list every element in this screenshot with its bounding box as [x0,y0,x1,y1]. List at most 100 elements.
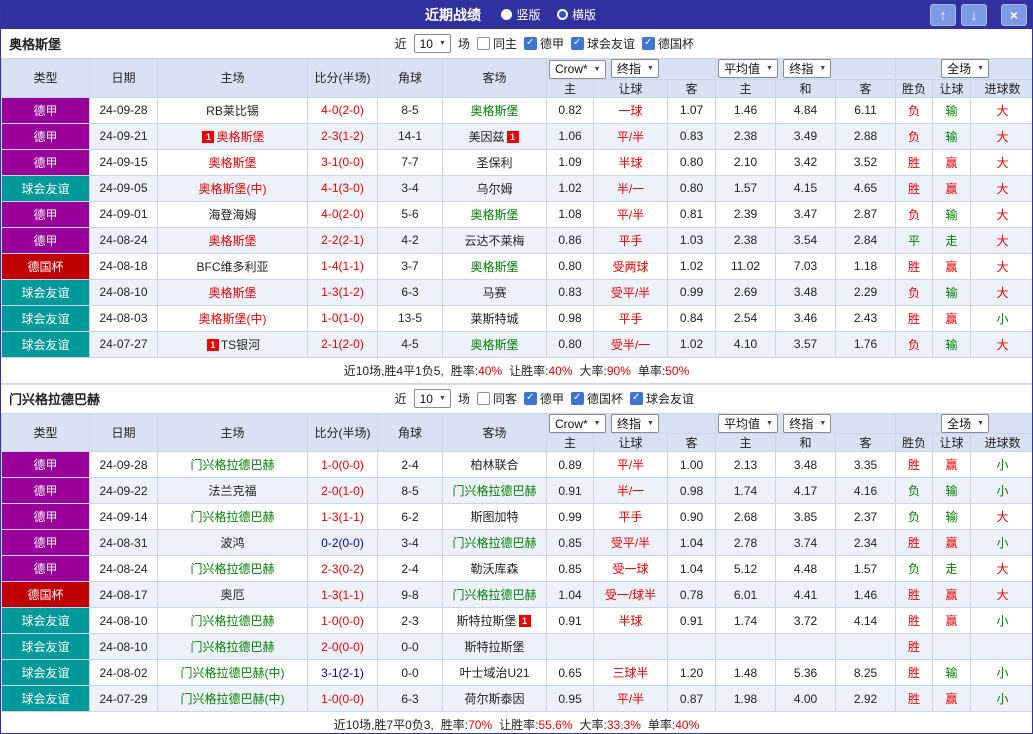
stat-over-rate: 大率:33.3% [580,716,641,733]
corners: 3-4 [378,175,443,201]
view-vertical-radio[interactable]: 竖版 [501,6,540,23]
home-team[interactable]: 波鸿 [220,536,244,550]
summary-prefix: 近10场,胜7平0负3, [334,716,434,733]
home-team[interactable]: 奥格斯堡 [208,156,256,170]
result: 负 [896,478,933,504]
scope-select[interactable]: 全场 [941,59,989,78]
match-count-select[interactable]: 10 [414,34,451,53]
away-team[interactable]: 叶士域治U21 [459,666,529,680]
match-count-select[interactable]: 10 [414,389,451,408]
away-team[interactable]: 乌尔姆 [476,182,512,196]
close-button[interactable]: × [1001,4,1027,26]
away-team-cell: 奥格斯堡 [443,201,547,227]
league-badge: 球会友谊 [2,608,90,634]
away-team-cell: 柏林联合 [443,452,547,478]
ah-away-odds: 1.02 [668,331,716,357]
home-team[interactable]: 奥格斯堡 [208,234,256,248]
avg-away-odds: 6.11 [836,97,896,123]
ah-line: 平/半 [594,452,668,478]
league-checkbox-cup[interactable]: 德国杯 [642,35,694,52]
home-team[interactable]: 法兰克福 [208,484,256,498]
ah-final-select[interactable]: 终指 [611,414,659,433]
home-team-cell: 奥厄 [158,582,308,608]
league-checkbox-bundesliga[interactable]: 德甲 [524,390,564,407]
avg-away-odds: 8.25 [836,660,896,686]
avg-home-odds: 1.46 [716,97,776,123]
home-team[interactable]: 海登海姆 [208,208,256,222]
home-team[interactable]: 门兴格拉德巴赫(中) [181,692,285,706]
goals-result: 大 [971,279,1033,305]
match-row: 德甲 24-09-14 门兴格拉德巴赫 1-3(1-1) 6-2 斯图加特 0.… [2,504,1033,530]
league-checkbox-friendly[interactable]: 球会友谊 [571,35,635,52]
away-team[interactable]: 奥格斯堡 [470,260,518,274]
away-team[interactable]: 莱斯特城 [470,312,518,326]
home-team[interactable]: 奥厄 [220,588,244,602]
home-team[interactable]: TS银河 [221,338,260,352]
home-team[interactable]: 门兴格拉德巴赫 [190,458,274,472]
score: 1-0(1-0) [308,305,378,331]
away-team[interactable]: 美因兹 [468,130,504,144]
move-up-button[interactable]: ↑ [930,4,956,26]
away-team[interactable]: 门兴格拉德巴赫 [452,536,536,550]
move-down-button[interactable]: ↓ [961,4,987,26]
league-badge: 球会友谊 [2,331,90,357]
league-checkbox-cup[interactable]: 德国杯 [571,390,623,407]
eu-final-select[interactable]: 终指 [783,59,831,78]
away-team[interactable]: 柏林联合 [470,458,518,472]
away-team[interactable]: 奥格斯堡 [470,104,518,118]
away-team[interactable]: 斯图加特 [470,510,518,524]
away-team[interactable]: 勒沃库森 [470,562,518,576]
home-team[interactable]: RB莱比锡 [206,104,259,118]
home-team[interactable]: 奥格斯堡(中) [199,312,267,326]
home-team[interactable]: 奥格斯堡 [216,130,264,144]
checkbox-icon [630,392,643,405]
home-team[interactable]: 门兴格拉德巴赫 [190,562,274,576]
away-team[interactable]: 云达不莱梅 [464,234,524,248]
away-team[interactable]: 门兴格拉德巴赫 [452,484,536,498]
result: 负 [896,97,933,123]
scope-select[interactable]: 全场 [941,414,989,433]
avg-draw-odds: 3.72 [776,608,836,634]
average-select[interactable]: 平均值 [718,414,778,433]
home-team[interactable]: 门兴格拉德巴赫 [190,614,274,628]
league-badge: 德甲 [2,149,90,175]
away-team[interactable]: 圣保利 [476,156,512,170]
same-home-checkbox[interactable]: 同主 [477,35,517,52]
league-checkbox-friendly[interactable]: 球会友谊 [630,390,694,407]
away-team[interactable]: 奥格斯堡 [470,338,518,352]
ah-final-select[interactable]: 终指 [611,59,659,78]
eu-final-select[interactable]: 终指 [783,414,831,433]
result: 胜 [896,660,933,686]
same-away-checkbox[interactable]: 同客 [477,390,517,407]
away-team[interactable]: 马赛 [482,286,506,300]
average-select[interactable]: 平均值 [718,59,778,78]
match-date: 24-09-14 [90,504,158,530]
col-eu-home: 主 [716,79,776,97]
away-team[interactable]: 荷尔斯泰因 [464,692,524,706]
home-team[interactable]: 门兴格拉德巴赫 [190,510,274,524]
checkbox-icon [642,37,655,50]
bookmaker-select[interactable]: Crow* [549,414,606,433]
goals-result: 大 [971,149,1033,175]
col-home: 主场 [158,59,308,98]
score: 2-3(1-2) [308,123,378,149]
away-team[interactable]: 门兴格拉德巴赫 [452,588,536,602]
result: 负 [896,331,933,357]
away-team[interactable]: 斯特拉斯堡 [464,640,524,654]
avg-home-odds: 6.01 [716,582,776,608]
match-row: 德甲 24-08-24 门兴格拉德巴赫 2-3(0-2) 2-4 勒沃库森 0.… [2,556,1033,582]
home-team[interactable]: BFC维多利亚 [196,260,268,274]
corners: 2-4 [378,556,443,582]
home-team[interactable]: 门兴格拉德巴赫(中) [181,666,285,680]
home-team[interactable]: 门兴格拉德巴赫 [190,640,274,654]
avg-away-odds [836,634,896,660]
match-date: 24-08-24 [90,556,158,582]
away-team[interactable]: 斯特拉斯堡 [456,614,516,628]
col-corner: 角球 [378,413,443,452]
home-team[interactable]: 奥格斯堡(中) [199,182,267,196]
bookmaker-select[interactable]: Crow* [549,60,606,79]
view-horizontal-radio[interactable]: 横版 [557,6,596,23]
away-team[interactable]: 奥格斯堡 [470,208,518,222]
league-checkbox-bundesliga[interactable]: 德甲 [524,35,564,52]
home-team[interactable]: 奥格斯堡 [208,286,256,300]
